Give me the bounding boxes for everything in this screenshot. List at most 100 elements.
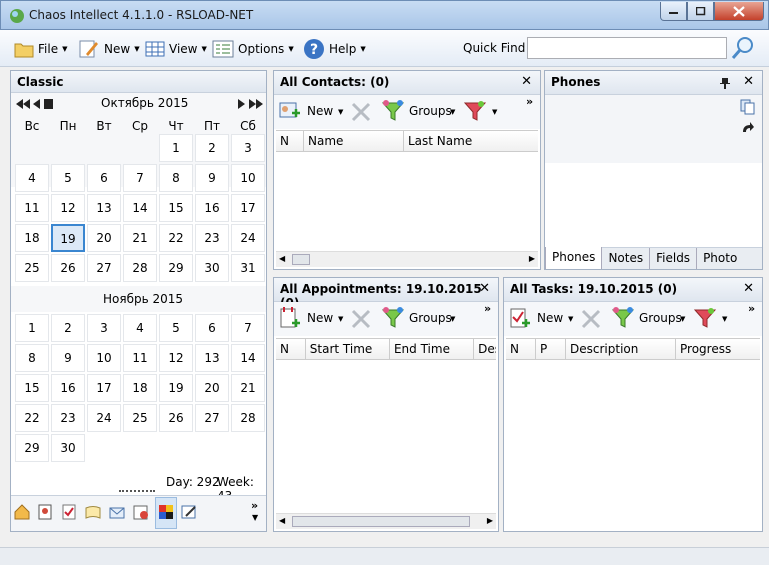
groups-filter-icon[interactable] bbox=[381, 306, 405, 330]
calendar-day[interactable]: 8 bbox=[159, 164, 193, 192]
column-name[interactable]: Name bbox=[304, 131, 404, 151]
overflow-chevron-icon[interactable]: » bbox=[748, 302, 755, 315]
calendar-day[interactable]: 12 bbox=[159, 344, 193, 372]
calendar-day[interactable]: 29 bbox=[15, 434, 49, 462]
column-progress[interactable]: Progress bbox=[676, 339, 758, 359]
scroll-left-icon[interactable]: ◀ bbox=[279, 254, 285, 263]
close-icon[interactable]: ✕ bbox=[521, 74, 532, 89]
calendar-day[interactable]: 22 bbox=[159, 224, 193, 252]
calendar-day[interactable]: 16 bbox=[195, 194, 229, 222]
calendar-day[interactable]: 30 bbox=[51, 434, 85, 462]
groups-filter-icon[interactable] bbox=[611, 306, 635, 330]
calendar-day[interactable]: 28 bbox=[123, 254, 157, 282]
tab-phones[interactable]: Phones bbox=[545, 247, 603, 269]
close-icon[interactable]: ✕ bbox=[743, 74, 754, 89]
calendar-day[interactable]: 14 bbox=[123, 194, 157, 222]
calendar-day[interactable]: 25 bbox=[123, 404, 157, 432]
edit-form-icon[interactable] bbox=[181, 504, 197, 520]
overflow-chevron-icon[interactable]: » bbox=[526, 95, 533, 108]
horizontal-scrollbar[interactable]: ◀ ▶ bbox=[276, 513, 496, 529]
calendar-day[interactable]: 3 bbox=[231, 134, 265, 162]
calendar-day[interactable]: 10 bbox=[231, 164, 265, 192]
tasks-check-icon[interactable] bbox=[61, 504, 77, 520]
calendar-day[interactable]: 19 bbox=[51, 224, 85, 252]
calendar-day[interactable]: 24 bbox=[231, 224, 265, 252]
next-month-icon[interactable] bbox=[237, 98, 246, 110]
filter-icon[interactable] bbox=[693, 306, 717, 330]
calendar-day[interactable]: 22 bbox=[15, 404, 49, 432]
calendar-day[interactable]: 2 bbox=[195, 134, 229, 162]
chevron-down-icon[interactable]: ▼ bbox=[568, 315, 573, 323]
delete-icon[interactable] bbox=[350, 308, 372, 330]
calendar-day[interactable]: 31 bbox=[231, 254, 265, 282]
chevron-down-icon[interactable]: ▼ bbox=[680, 315, 685, 323]
chevron-down-icon[interactable]: ▼ bbox=[450, 108, 455, 116]
new-appointment-button[interactable]: New bbox=[307, 311, 333, 325]
calendar-day[interactable]: 1 bbox=[15, 314, 49, 342]
calendar-day[interactable]: 10 bbox=[87, 344, 121, 372]
groups-button[interactable]: Groups bbox=[639, 311, 682, 325]
contacts-book-icon[interactable] bbox=[37, 504, 53, 520]
calendar-day[interactable]: 18 bbox=[123, 374, 157, 402]
column-description[interactable]: Des bbox=[474, 339, 496, 359]
today-icon[interactable] bbox=[43, 98, 54, 110]
calendar-day[interactable]: 14 bbox=[231, 344, 265, 372]
calendar-day[interactable]: 29 bbox=[159, 254, 193, 282]
calendar-day[interactable]: 19 bbox=[159, 374, 193, 402]
view-menu[interactable]: View ▼ bbox=[145, 39, 207, 59]
maximize-button[interactable] bbox=[687, 2, 714, 21]
calendar-day[interactable]: 13 bbox=[87, 194, 121, 222]
calendar-day[interactable]: 7 bbox=[231, 314, 265, 342]
calendar-day[interactable]: 26 bbox=[51, 254, 85, 282]
new-contact-icon[interactable] bbox=[279, 101, 301, 121]
column-n[interactable]: N bbox=[506, 339, 536, 359]
calendar-day[interactable]: 9 bbox=[195, 164, 229, 192]
calendar-day[interactable]: 6 bbox=[195, 314, 229, 342]
calendar-day[interactable]: 15 bbox=[15, 374, 49, 402]
next-year-icon[interactable] bbox=[248, 98, 264, 110]
prev-month-icon[interactable] bbox=[32, 98, 41, 110]
calendar-day[interactable]: 20 bbox=[195, 374, 229, 402]
groups-button[interactable]: Groups bbox=[409, 311, 452, 325]
calendar-day[interactable]: 26 bbox=[159, 404, 193, 432]
tab-fields[interactable]: Fields bbox=[650, 248, 698, 269]
groups-filter-icon[interactable] bbox=[381, 99, 405, 123]
filter-icon[interactable] bbox=[463, 99, 487, 123]
new-menu[interactable]: New ▼ bbox=[78, 39, 140, 59]
calendar-day[interactable]: 15 bbox=[159, 194, 193, 222]
chevron-down-icon[interactable]: ▼ bbox=[338, 315, 343, 323]
new-task-icon[interactable] bbox=[509, 306, 531, 330]
appointments-icon[interactable] bbox=[133, 504, 149, 520]
close-icon[interactable]: ✕ bbox=[479, 281, 490, 296]
calendar-day[interactable]: 21 bbox=[123, 224, 157, 252]
help-menu[interactable]: ? Help ▼ bbox=[303, 39, 366, 59]
calendar-day[interactable]: 4 bbox=[15, 164, 49, 192]
scroll-thumb[interactable] bbox=[292, 254, 310, 265]
search-icon[interactable] bbox=[730, 35, 756, 61]
calendar-day[interactable]: 13 bbox=[195, 344, 229, 372]
calendar-day[interactable]: 1 bbox=[159, 134, 193, 162]
scroll-right-icon[interactable]: ▶ bbox=[487, 516, 493, 525]
calendar-day[interactable]: 27 bbox=[87, 254, 121, 282]
calendar-day[interactable]: 3 bbox=[87, 314, 121, 342]
overflow-chevron-icon[interactable]: » bbox=[484, 302, 491, 315]
home-icon[interactable] bbox=[14, 504, 30, 520]
copy-icon[interactable] bbox=[740, 99, 756, 115]
calendar-day[interactable]: 8 bbox=[15, 344, 49, 372]
close-window-button[interactable] bbox=[714, 2, 764, 21]
notes-icon[interactable] bbox=[85, 504, 101, 520]
calendar-day[interactable]: 17 bbox=[87, 374, 121, 402]
column-n[interactable]: N bbox=[276, 131, 304, 151]
file-menu[interactable]: File ▼ bbox=[14, 39, 67, 59]
calendar-day[interactable]: 24 bbox=[87, 404, 121, 432]
tab-notes[interactable]: Notes bbox=[602, 248, 651, 269]
scroll-left-icon[interactable]: ◀ bbox=[279, 516, 285, 525]
prev-year-icon[interactable] bbox=[15, 98, 31, 110]
calendar-day[interactable]: 23 bbox=[195, 224, 229, 252]
calendar-day[interactable]: 23 bbox=[51, 404, 85, 432]
calendar-day[interactable]: 11 bbox=[15, 194, 49, 222]
scroll-right-icon[interactable]: ▶ bbox=[529, 254, 535, 263]
chevron-down-icon[interactable]: ▼ bbox=[492, 108, 497, 116]
calendar-day[interactable]: 27 bbox=[195, 404, 229, 432]
calendar-day[interactable]: 21 bbox=[231, 374, 265, 402]
